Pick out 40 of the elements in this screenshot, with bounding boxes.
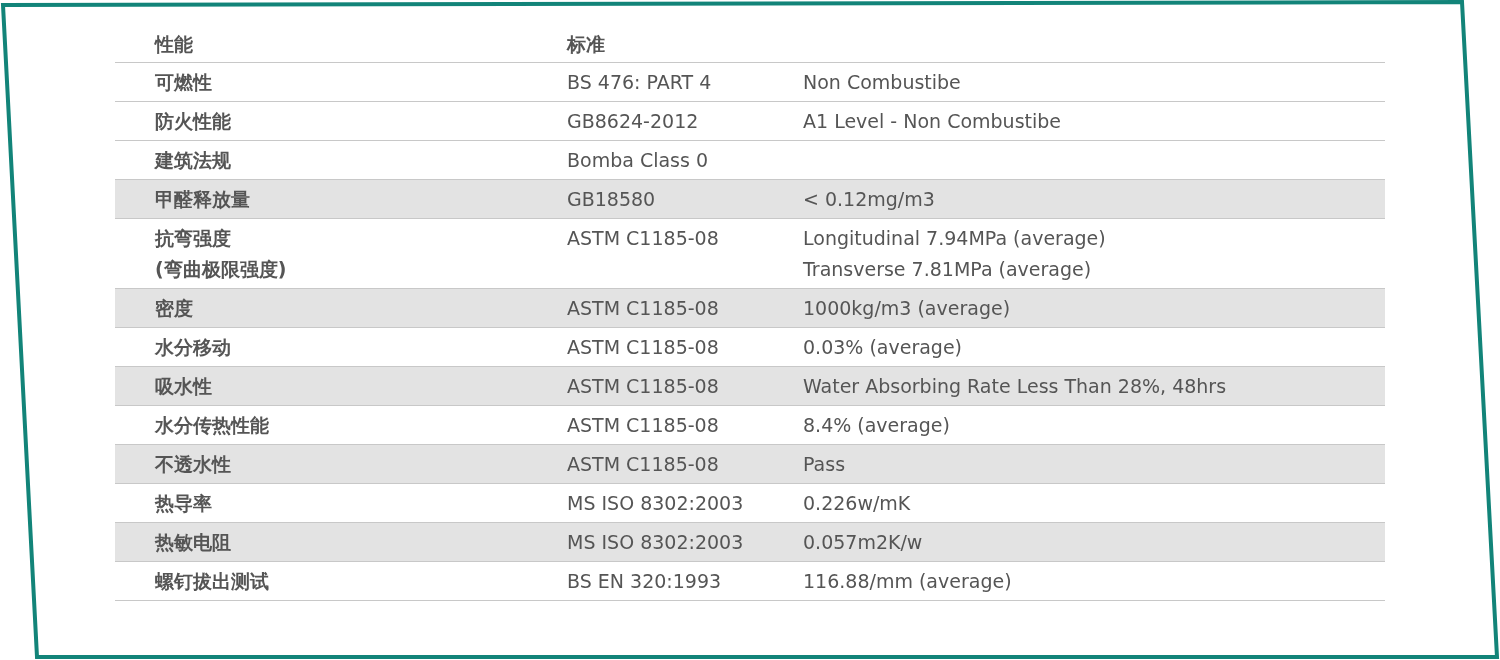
table-cell-text: A1 Level - Non Combustibe xyxy=(803,109,1062,134)
table-cell-text: ASTM C1185-08 xyxy=(567,296,720,321)
table-cell-text: 0.03% (average) xyxy=(803,335,963,360)
table-cell-text: 116.88/mm (average) xyxy=(803,569,1013,594)
table-cell-text: 可燃性 xyxy=(155,70,213,95)
table-cell-text: 0.057m2K/w xyxy=(803,530,924,555)
table-cell-text: 热导率 xyxy=(155,491,213,516)
table-cell-text: 1000kg/m3 (average) xyxy=(803,296,1012,321)
table-cell-text: GB8624-2012 xyxy=(567,109,700,134)
table-cell-text: Bomba Class 0 xyxy=(567,148,710,173)
table-cell-text: 防火性能 xyxy=(155,109,232,134)
table-cell-text: 建筑法规 xyxy=(155,148,232,173)
table-cell-text: ASTM C1185-08 xyxy=(567,374,720,399)
table-cell-text: MS ISO 8302:2003 xyxy=(567,491,745,516)
table-cell-text: 螺钉拔出测试 xyxy=(155,569,270,594)
table-cell-text: Pass xyxy=(803,452,847,477)
table-cell-text: BS EN 320:1993 xyxy=(567,569,723,594)
table-cell-text: < 0.12mg/m3 xyxy=(803,187,936,212)
table-cell-text: ASTM C1185-08 xyxy=(567,226,720,251)
table-cell-text: 甲醛释放量 xyxy=(155,187,251,212)
table-cell-text: 水分移动 xyxy=(155,335,232,360)
table-cell-text: Non Combustibe xyxy=(803,70,962,95)
table-cell-text: 密度 xyxy=(155,296,194,321)
table-cell-text: ASTM C1185-08 xyxy=(567,413,720,438)
table-cell-text: ASTM C1185-08 xyxy=(567,335,720,360)
table-cell-text: MS ISO 8302:2003 xyxy=(567,530,745,555)
table-cell-text: 热敏电阻 xyxy=(155,530,232,555)
table-cell-text: 抗弯强度 (弯曲极限强度) xyxy=(155,226,288,282)
table-cell-text: 0.226w/mK xyxy=(803,491,912,516)
table-cell-text: BS 476: PART 4 xyxy=(567,70,713,95)
table-cell-text: 8.4% (average) xyxy=(803,413,951,438)
table-cell-text: 不透水性 xyxy=(155,452,232,477)
table-cell-text: Longitudinal 7.94MPa (average) Transverse 7.81MPa (average) xyxy=(803,226,1107,282)
table-cell-text: Water Absorbing Rate Less Than 28%, 48hrs xyxy=(803,374,1228,399)
table-cell-text: GB18580 xyxy=(567,187,657,212)
column-header: 标准 xyxy=(567,32,606,57)
column-header: 性能 xyxy=(155,32,194,57)
table-cell-text: 吸水性 xyxy=(155,374,213,399)
table-cell-text: 水分传热性能 xyxy=(155,413,270,438)
table-cell-text: ASTM C1185-08 xyxy=(567,452,720,477)
